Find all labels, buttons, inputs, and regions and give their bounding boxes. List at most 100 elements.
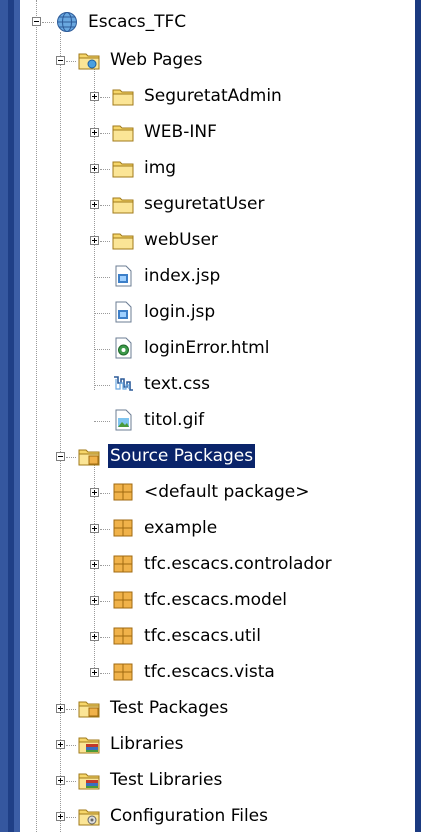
expand-toggle[interactable]: [90, 596, 99, 605]
node-label: Libraries: [110, 734, 184, 754]
node-label: login.jsp: [144, 302, 216, 322]
expand-toggle[interactable]: [90, 128, 99, 137]
collapse-toggle[interactable]: [56, 452, 65, 461]
window-edge-right: [415, 0, 421, 832]
connector: [94, 421, 110, 422]
node-label: index.jsp: [144, 266, 221, 286]
window-edge: [0, 0, 8, 832]
tree-node-web-index-jsp[interactable]: index.jsp: [20, 258, 415, 294]
tree-node-pkg-tfc-escacs-model[interactable]: tfc.escacs.model: [20, 582, 415, 618]
connector: [100, 169, 110, 170]
expand-toggle[interactable]: [90, 92, 99, 101]
expand-toggle[interactable]: [56, 776, 65, 785]
node-label: example: [144, 518, 218, 538]
connector: [66, 457, 76, 458]
connector: [42, 22, 54, 23]
connector: [100, 601, 110, 602]
expand-toggle[interactable]: [56, 740, 65, 749]
folder-icon: [112, 197, 134, 214]
test-packages-icon: [78, 701, 100, 718]
connector: [100, 529, 110, 530]
package-icon: [113, 519, 133, 537]
expand-toggle[interactable]: [90, 560, 99, 569]
tree-node-web-pages[interactable]: Web Pages: [20, 42, 415, 78]
tree-node-pkg-default-package[interactable]: <default package>: [20, 474, 415, 510]
expand-toggle[interactable]: [90, 668, 99, 677]
tree-node-pkg-tfc-escacs-controlador[interactable]: tfc.escacs.controlador: [20, 546, 415, 582]
tree-node-web-webuser[interactable]: webUser: [20, 222, 415, 258]
expand-toggle[interactable]: [56, 812, 65, 821]
connector: [66, 61, 76, 62]
node-label: Configuration Files: [110, 806, 268, 826]
expand-toggle[interactable]: [90, 488, 99, 497]
connector: [100, 241, 110, 242]
html-file-icon: [115, 337, 132, 359]
tree-node-source-packages[interactable]: Source Packages: [20, 438, 415, 474]
node-label: SeguretatAdmin: [144, 86, 282, 106]
connector: [100, 133, 110, 134]
connector: [100, 205, 110, 206]
connector: [100, 637, 110, 638]
node-label: text.css: [144, 374, 211, 394]
connector: [94, 313, 110, 314]
node-label: Test Libraries: [110, 770, 223, 790]
tree-node-pkg-tfc-escacs-vista[interactable]: tfc.escacs.vista: [20, 654, 415, 690]
expand-toggle[interactable]: [56, 704, 65, 713]
tree-node-pkg-example[interactable]: example: [20, 510, 415, 546]
tree-node-web-img[interactable]: img: [20, 150, 415, 186]
node-label: img: [144, 158, 177, 178]
folder-icon: [112, 161, 134, 178]
tree-node-web-loginerror-html[interactable]: loginError.html: [20, 330, 415, 366]
node-label: loginError.html: [144, 338, 270, 358]
connector: [100, 97, 110, 98]
expand-toggle[interactable]: [90, 236, 99, 245]
node-label: webUser: [144, 230, 218, 250]
connector: [100, 565, 110, 566]
libraries-icon: [78, 737, 100, 754]
node-label: WEB-INF: [144, 122, 217, 142]
tree-node-web-login-jsp[interactable]: login.jsp: [20, 294, 415, 330]
node-label: tfc.escacs.controlador: [144, 554, 332, 574]
folder-icon: [112, 89, 134, 106]
expand-toggle[interactable]: [90, 164, 99, 173]
tree-node-pkg-tfc-escacs-util[interactable]: tfc.escacs.util: [20, 618, 415, 654]
expand-toggle[interactable]: [90, 200, 99, 209]
tree-node-web-web-inf[interactable]: WEB-INF: [20, 114, 415, 150]
collapse-toggle[interactable]: [32, 17, 41, 26]
tree-node-web-seguretatuser[interactable]: seguretatUser: [20, 186, 415, 222]
package-icon: [113, 555, 133, 573]
package-icon: [113, 483, 133, 501]
tree-node-configuration-files[interactable]: Configuration Files: [20, 798, 415, 832]
node-label: seguretatUser: [144, 194, 265, 214]
css-file-icon: [114, 376, 133, 391]
jsp-file-icon: [115, 265, 132, 287]
package-icon: [113, 627, 133, 645]
connector: [100, 673, 110, 674]
connector: [94, 277, 110, 278]
connector: [94, 385, 110, 386]
tree-node-test-libraries[interactable]: Test Libraries: [20, 762, 415, 798]
test-libraries-icon: [78, 773, 100, 790]
source-folder-icon: [78, 449, 100, 466]
connector: [94, 349, 110, 350]
expand-toggle[interactable]: [90, 524, 99, 533]
tree-node-web-text-css[interactable]: text.css: [20, 366, 415, 402]
connector: [66, 817, 76, 818]
connector: [100, 493, 110, 494]
node-label: titol.gif: [144, 410, 205, 430]
globe-icon: [57, 12, 77, 32]
tree-node-libraries[interactable]: Libraries: [20, 726, 415, 762]
expand-toggle[interactable]: [90, 632, 99, 641]
tree-node-test-packages[interactable]: Test Packages: [20, 690, 415, 726]
tree-node-project[interactable]: Escacs_TFC: [20, 4, 415, 40]
node-label: tfc.escacs.vista: [144, 662, 275, 682]
connector: [66, 709, 76, 710]
web-pages-label: Web Pages: [110, 50, 203, 70]
node-label: tfc.escacs.model: [144, 590, 288, 610]
tree-node-web-seguretatadmin[interactable]: SeguretatAdmin: [20, 78, 415, 114]
folder-icon: [112, 125, 134, 142]
node-label: tfc.escacs.util: [144, 626, 261, 646]
tree-node-web-titol-gif[interactable]: titol.gif: [20, 402, 415, 438]
collapse-toggle[interactable]: [56, 56, 65, 65]
package-icon: [113, 591, 133, 609]
